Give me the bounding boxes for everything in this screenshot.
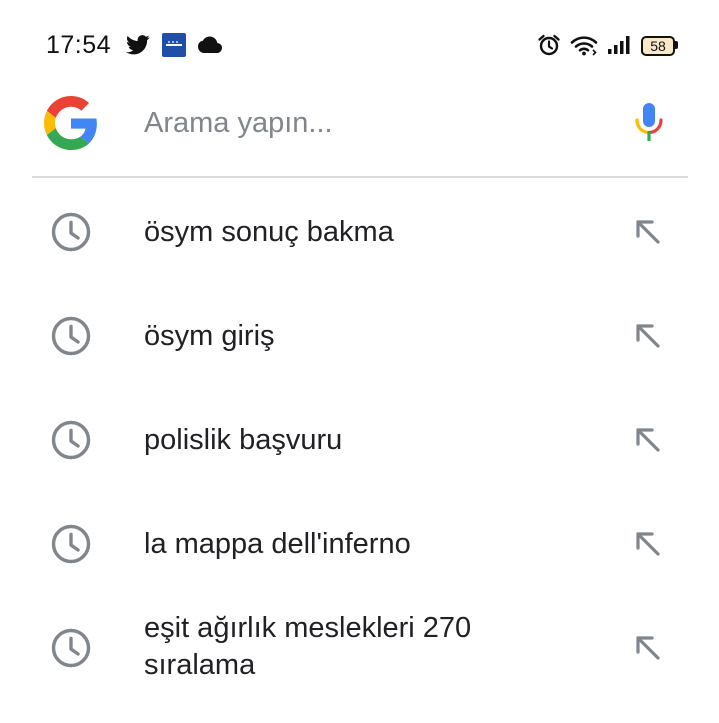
suggestion-item[interactable]: eşit ağırlık meslekleri 270 sıralama	[0, 596, 719, 696]
suggestion-text: polislik başvuru	[144, 424, 343, 456]
suggestion-item[interactable]: ösym giriş	[0, 284, 719, 388]
system-icons: 58	[528, 32, 678, 58]
suggestion-list: ösym sonuç bakma ösym giriş polislik baş…	[0, 180, 719, 696]
battery-indicator: 58	[641, 35, 678, 56]
suggestion-text: eşit ağırlık meslekleri 270 sıralama	[144, 612, 472, 681]
twitter-icon	[126, 35, 150, 55]
google-logo-icon	[44, 96, 97, 150]
arrow-up-left-icon	[636, 220, 660, 244]
voice-search-button[interactable]	[628, 98, 670, 148]
signal-icon	[608, 36, 630, 54]
arrow-up-left-icon	[636, 636, 660, 660]
notification-icons	[126, 32, 234, 58]
history-clock-icon	[51, 524, 91, 564]
wifi-icon	[570, 36, 598, 56]
suggestion-item[interactable]: la mappa dell'inferno	[0, 492, 719, 596]
status-time: 17:54	[46, 31, 112, 59]
suggestion-text: la mappa dell'inferno	[144, 528, 411, 560]
history-clock-icon	[51, 420, 91, 460]
history-clock-icon	[51, 628, 91, 668]
search-bar	[0, 84, 719, 160]
microphone-icon	[635, 103, 663, 141]
battery-level: 58	[650, 38, 666, 54]
cloud-icon	[198, 36, 222, 53]
history-clock-icon	[51, 212, 91, 252]
fill-query-button[interactable]	[626, 210, 670, 254]
status-bar: 17:54 58	[0, 22, 719, 66]
fill-query-button[interactable]	[626, 522, 670, 566]
fill-query-button[interactable]	[626, 626, 670, 670]
app-badge-icon	[162, 33, 186, 57]
search-input[interactable]	[144, 102, 584, 144]
suggestion-item[interactable]: ösym sonuç bakma	[0, 180, 719, 284]
fill-query-button[interactable]	[626, 314, 670, 358]
arrow-up-left-icon	[636, 532, 660, 556]
battery-cap	[675, 41, 678, 49]
history-clock-icon	[51, 316, 91, 356]
arrow-up-left-icon	[636, 324, 660, 348]
search-divider	[32, 176, 688, 178]
fill-query-button[interactable]	[626, 418, 670, 462]
alarm-icon	[538, 34, 560, 56]
suggestion-item[interactable]: polislik başvuru	[0, 388, 719, 492]
suggestion-text: ösym giriş	[144, 320, 275, 352]
suggestion-text: ösym sonuç bakma	[144, 216, 394, 248]
arrow-up-left-icon	[636, 428, 660, 452]
